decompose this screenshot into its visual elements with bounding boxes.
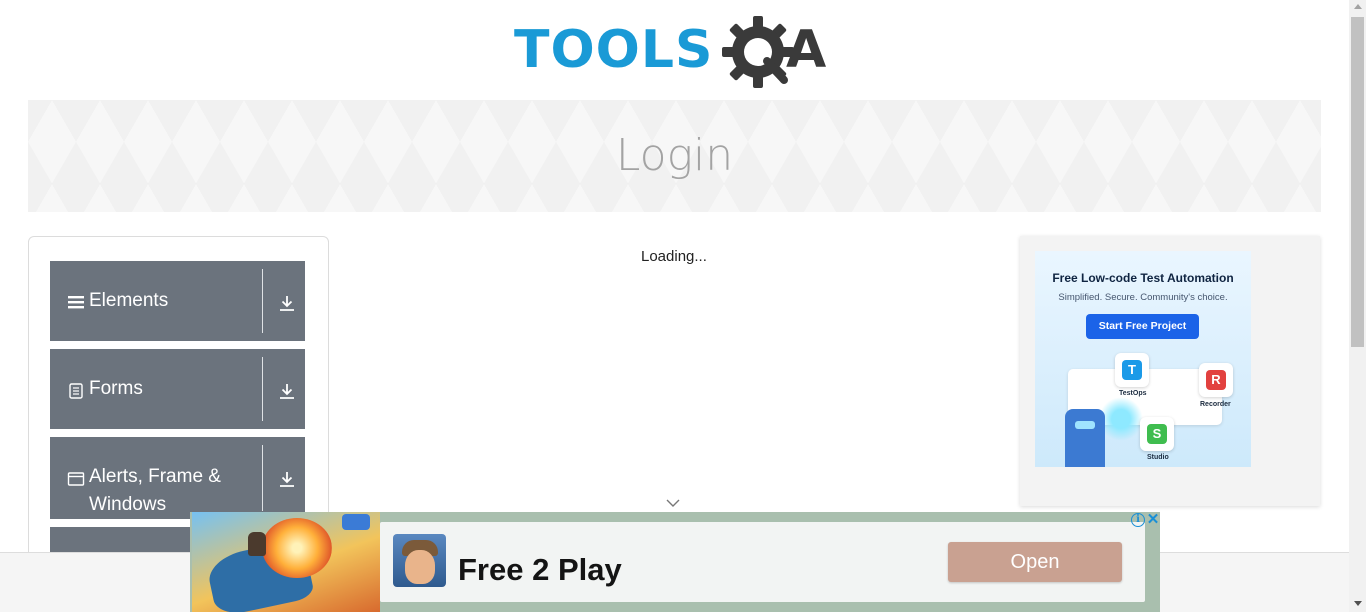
divider — [262, 269, 263, 333]
hamburger-icon — [68, 296, 84, 309]
divider — [262, 357, 263, 421]
window-icon — [67, 472, 85, 486]
download-icon[interactable] — [278, 382, 296, 400]
logo-text-tools: TOOLS — [514, 20, 714, 80]
ad-right[interactable]: Free Low-code Test Automation Simplified… — [1020, 236, 1320, 506]
ad-headline: Free Low-code Test Automation — [1052, 271, 1234, 285]
download-icon[interactable] — [278, 470, 296, 488]
logo-text-a: A — [786, 20, 827, 80]
scroll-up-arrow-icon[interactable] — [1354, 4, 1362, 9]
page: TOOLS A Login Elements Forms Alerts, Fra… — [0, 0, 1366, 612]
recorder-tile: R — [1199, 363, 1233, 397]
tile-label: Studio — [1147, 454, 1169, 461]
sidebar-group-label: Forms — [89, 378, 143, 399]
loading-text: Loading... — [641, 248, 707, 265]
explosion-illustration — [262, 518, 332, 578]
robot-illustration — [1065, 409, 1105, 467]
sidebar-group-label: Alerts, Frame & Windows — [89, 466, 221, 515]
tile-letter: T — [1122, 360, 1142, 380]
page-banner: Login — [28, 100, 1321, 212]
sidebar-group-alerts-frame-windows[interactable]: Alerts, Frame & Windows — [50, 437, 305, 519]
chevron-down-icon[interactable] — [666, 498, 680, 508]
open-button[interactable]: Open — [948, 542, 1122, 582]
hero-illustration — [248, 532, 266, 556]
scroll-thumb[interactable] — [1351, 17, 1364, 347]
ad-card[interactable]: Free Low-code Test Automation Simplified… — [1035, 251, 1251, 467]
gear-icon — [722, 16, 794, 88]
tile-label: TestOps — [1119, 390, 1147, 397]
testops-tile: T — [1115, 353, 1149, 387]
ad-subtitle: Simplified. Secure. Community's choice. — [1058, 292, 1228, 303]
tile-letter: S — [1147, 424, 1167, 444]
sidebar-group-forms[interactable]: Forms — [50, 349, 305, 429]
sidebar-group-label: Elements — [89, 290, 169, 311]
ad-bottom[interactable]: Free 2 Play Open i ✕ — [190, 512, 1160, 612]
app-icon — [393, 534, 446, 587]
start-free-project-button[interactable]: Start Free Project — [1086, 314, 1199, 339]
toolsqa-logo[interactable]: TOOLS A — [514, 14, 838, 92]
scroll-down-arrow-icon[interactable] — [1354, 601, 1362, 606]
glow-ring — [1099, 397, 1143, 441]
robot-eye — [1075, 421, 1095, 429]
vertical-scrollbar[interactable] — [1349, 0, 1366, 612]
studio-tile: S — [1140, 417, 1174, 451]
document-icon — [69, 383, 83, 399]
ad-title: Free 2 Play — [458, 552, 622, 587]
ad-content[interactable]: Free 2 Play Open — [380, 522, 1145, 602]
divider — [262, 445, 263, 511]
page-title: Login — [615, 130, 734, 181]
info-icon[interactable]: i — [1131, 513, 1145, 527]
download-icon[interactable] — [278, 294, 296, 312]
tile-letter: R — [1206, 370, 1226, 390]
sidebar-group-elements[interactable]: Elements — [50, 261, 305, 341]
tile-label: Recorder — [1200, 401, 1231, 408]
ad-game-image — [192, 512, 380, 612]
close-icon[interactable]: ✕ — [1146, 512, 1160, 528]
face-shape — [405, 550, 435, 584]
game-logo — [342, 514, 370, 530]
